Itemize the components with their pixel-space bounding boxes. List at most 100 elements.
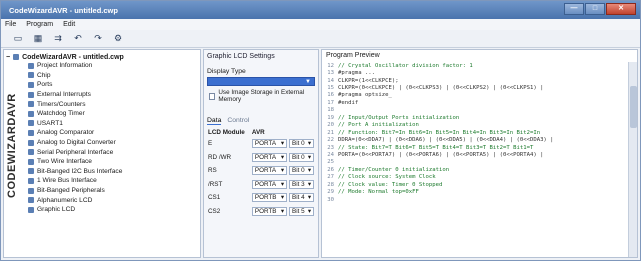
tree-item[interactable]: Analog to Digital Converter bbox=[6, 138, 198, 148]
redo-icon[interactable]: ↷ bbox=[91, 33, 105, 44]
save-icon[interactable]: ▦ bbox=[31, 33, 45, 44]
menu-file[interactable]: File bbox=[5, 21, 16, 28]
peripheral-icon bbox=[28, 62, 34, 69]
tree-item-label: USART1 bbox=[37, 119, 63, 127]
peripheral-icon bbox=[28, 101, 34, 108]
bit-select[interactable]: Bit 5 ▾ bbox=[289, 206, 314, 216]
pin-signal: E bbox=[208, 140, 213, 148]
code-line: 28 // Clock value: Timer 0 Stopped bbox=[322, 181, 637, 188]
tree-item-label: Graphic LCD bbox=[37, 206, 76, 214]
tab-control[interactable]: Control bbox=[227, 117, 249, 125]
line-number: 30 bbox=[327, 196, 334, 203]
minimize-button[interactable]: — bbox=[564, 3, 584, 15]
pin-signal: RD /WR bbox=[208, 153, 232, 161]
tree-item-label: Project Information bbox=[37, 62, 93, 70]
tree-root-label: CodeWizardAVR - untitled.cwp bbox=[22, 53, 124, 61]
tree-item[interactable]: Ports bbox=[6, 80, 198, 90]
port-select[interactable]: PORTA ▾ bbox=[251, 139, 288, 149]
tree-item[interactable]: Timers/Counters bbox=[6, 99, 198, 109]
line-number: 17 bbox=[327, 99, 334, 106]
chevron-down-icon: ▼ bbox=[305, 79, 311, 85]
chevron-down-icon: ▾ bbox=[307, 153, 311, 161]
port-select[interactable]: PORTA ▾ bbox=[251, 179, 288, 189]
code-text: #pragma optsize_ bbox=[338, 92, 392, 99]
settings-title: Graphic LCD Settings bbox=[207, 53, 275, 60]
line-number: 24 bbox=[327, 151, 334, 158]
open-icon[interactable]: ▭ bbox=[11, 33, 25, 44]
graphic-lcd-settings: Graphic LCD Settings Display Type ▼ Use … bbox=[203, 49, 319, 258]
pin-row: CS2 PORTB ▾ Bit 5 ▾ bbox=[207, 205, 315, 219]
tree-item[interactable]: 1 Wire Bus Interface bbox=[6, 176, 198, 186]
chevron-down-icon: ▾ bbox=[280, 180, 285, 188]
peripheral-icon bbox=[28, 72, 34, 79]
menu-program[interactable]: Program bbox=[26, 21, 53, 28]
scroll-thumb[interactable] bbox=[630, 86, 637, 128]
tree-root[interactable]: − CodeWizardAVR - untitled.cwp bbox=[6, 53, 198, 61]
app-window: CodeWizardAVR - untitled.cwp — □ ✕ File … bbox=[0, 0, 641, 261]
pin-row: RS PORTA ▾ Bit 0 ▾ bbox=[207, 164, 315, 178]
project-icon bbox=[13, 54, 20, 60]
line-number: 20 bbox=[327, 122, 334, 129]
line-number: 29 bbox=[327, 189, 334, 196]
display-type-select[interactable]: ▼ bbox=[207, 77, 315, 86]
tree-item[interactable]: Alphanumeric LCD bbox=[6, 195, 198, 205]
port-select[interactable]: PORTA ▾ bbox=[251, 166, 288, 176]
bit-select[interactable]: Bit 0 ▾ bbox=[289, 166, 314, 176]
toolbar: ▭ ▦ ⇉ ↶ ↷ ⚙ bbox=[1, 30, 640, 48]
main-area: CODEWIZARDAVR − CodeWizardAVR - untitled… bbox=[3, 49, 638, 258]
tree-item[interactable]: USART1 bbox=[6, 119, 198, 129]
line-number: 21 bbox=[327, 129, 334, 136]
port-select-value: PORTA bbox=[254, 167, 277, 175]
generate-icon[interactable]: ⇉ bbox=[51, 33, 65, 44]
peripheral-icon bbox=[28, 81, 34, 88]
tree-item[interactable]: Analog Comparator bbox=[6, 128, 198, 138]
bit-select[interactable]: Bit 0 ▾ bbox=[289, 139, 314, 149]
tree-item[interactable]: Two Wire Interface bbox=[6, 157, 198, 167]
tree-item[interactable]: Bit-Banged Peripherals bbox=[6, 186, 198, 196]
bit-select[interactable]: Bit 0 ▾ bbox=[289, 152, 314, 162]
chevron-down-icon: ▾ bbox=[307, 194, 311, 202]
code-text: // Crystal Oscillator division factor: 1 bbox=[338, 62, 473, 69]
col-lcd-module: LCD Module bbox=[208, 128, 245, 136]
maximize-button[interactable]: □ bbox=[585, 3, 605, 15]
bit-select-value: Bit 3 bbox=[292, 180, 305, 188]
peripheral-icon bbox=[28, 206, 34, 213]
display-type-label: Display Type bbox=[207, 68, 246, 75]
external-memory-option[interactable]: Use Image Storage in External Memory bbox=[209, 89, 315, 103]
code-text: PORTA=(0<<PORTA7) | (0<<PORTA6) | (0<<PO… bbox=[338, 151, 544, 158]
code-line: 27 // Clock source: System Clock bbox=[322, 174, 637, 181]
preview-title: Program Preview bbox=[326, 52, 380, 59]
port-select[interactable]: PORTB ▾ bbox=[251, 206, 288, 216]
code-text: #endif bbox=[338, 99, 359, 106]
external-memory-checkbox[interactable] bbox=[209, 92, 216, 100]
bit-select[interactable]: Bit 3 ▾ bbox=[289, 179, 314, 189]
settings-tabs: Data Control bbox=[207, 117, 315, 125]
tree-item[interactable]: Project Information bbox=[6, 61, 198, 71]
port-select[interactable]: PORTB ▾ bbox=[251, 193, 288, 203]
tree-item-label: Watchdog Timer bbox=[37, 110, 85, 118]
port-select[interactable]: PORTA ▾ bbox=[251, 152, 288, 162]
tab-data[interactable]: Data bbox=[207, 117, 222, 125]
tree-item[interactable]: External Interrupts bbox=[6, 90, 198, 100]
menu-edit[interactable]: Edit bbox=[63, 21, 75, 28]
tree-item[interactable]: Bit-Banged I2C Bus Interface bbox=[6, 167, 198, 177]
code-view[interactable]: 12 // Crystal Oscillator division factor:… bbox=[322, 62, 637, 257]
tree-item[interactable]: Chip bbox=[6, 71, 198, 81]
code-line: 26 // Timer/Counter 0 initialization bbox=[322, 166, 637, 173]
tree-item[interactable]: Graphic LCD bbox=[6, 205, 198, 215]
peripheral-icon bbox=[28, 168, 34, 175]
tree-item[interactable]: Watchdog Timer bbox=[6, 109, 198, 119]
code-text: // Mode: Normal top=0xFF bbox=[338, 189, 419, 196]
bit-select[interactable]: Bit 4 ▾ bbox=[289, 193, 314, 203]
code-line: 29 // Mode: Normal top=0xFF bbox=[322, 188, 637, 195]
tree-item[interactable]: Serial Peripheral Interface bbox=[6, 147, 198, 157]
col-avr: AVR bbox=[251, 128, 265, 136]
run-icon[interactable]: ⚙ bbox=[111, 33, 125, 44]
vertical-scrollbar[interactable] bbox=[628, 62, 637, 257]
port-select-value: PORTB bbox=[254, 194, 277, 202]
undo-icon[interactable]: ↶ bbox=[71, 33, 85, 44]
peripheral-icon bbox=[28, 158, 34, 165]
close-button[interactable]: ✕ bbox=[606, 3, 636, 15]
program-preview: Program Preview 12 // Crystal Oscillator … bbox=[321, 49, 638, 258]
expand-icon[interactable]: − bbox=[6, 54, 10, 61]
